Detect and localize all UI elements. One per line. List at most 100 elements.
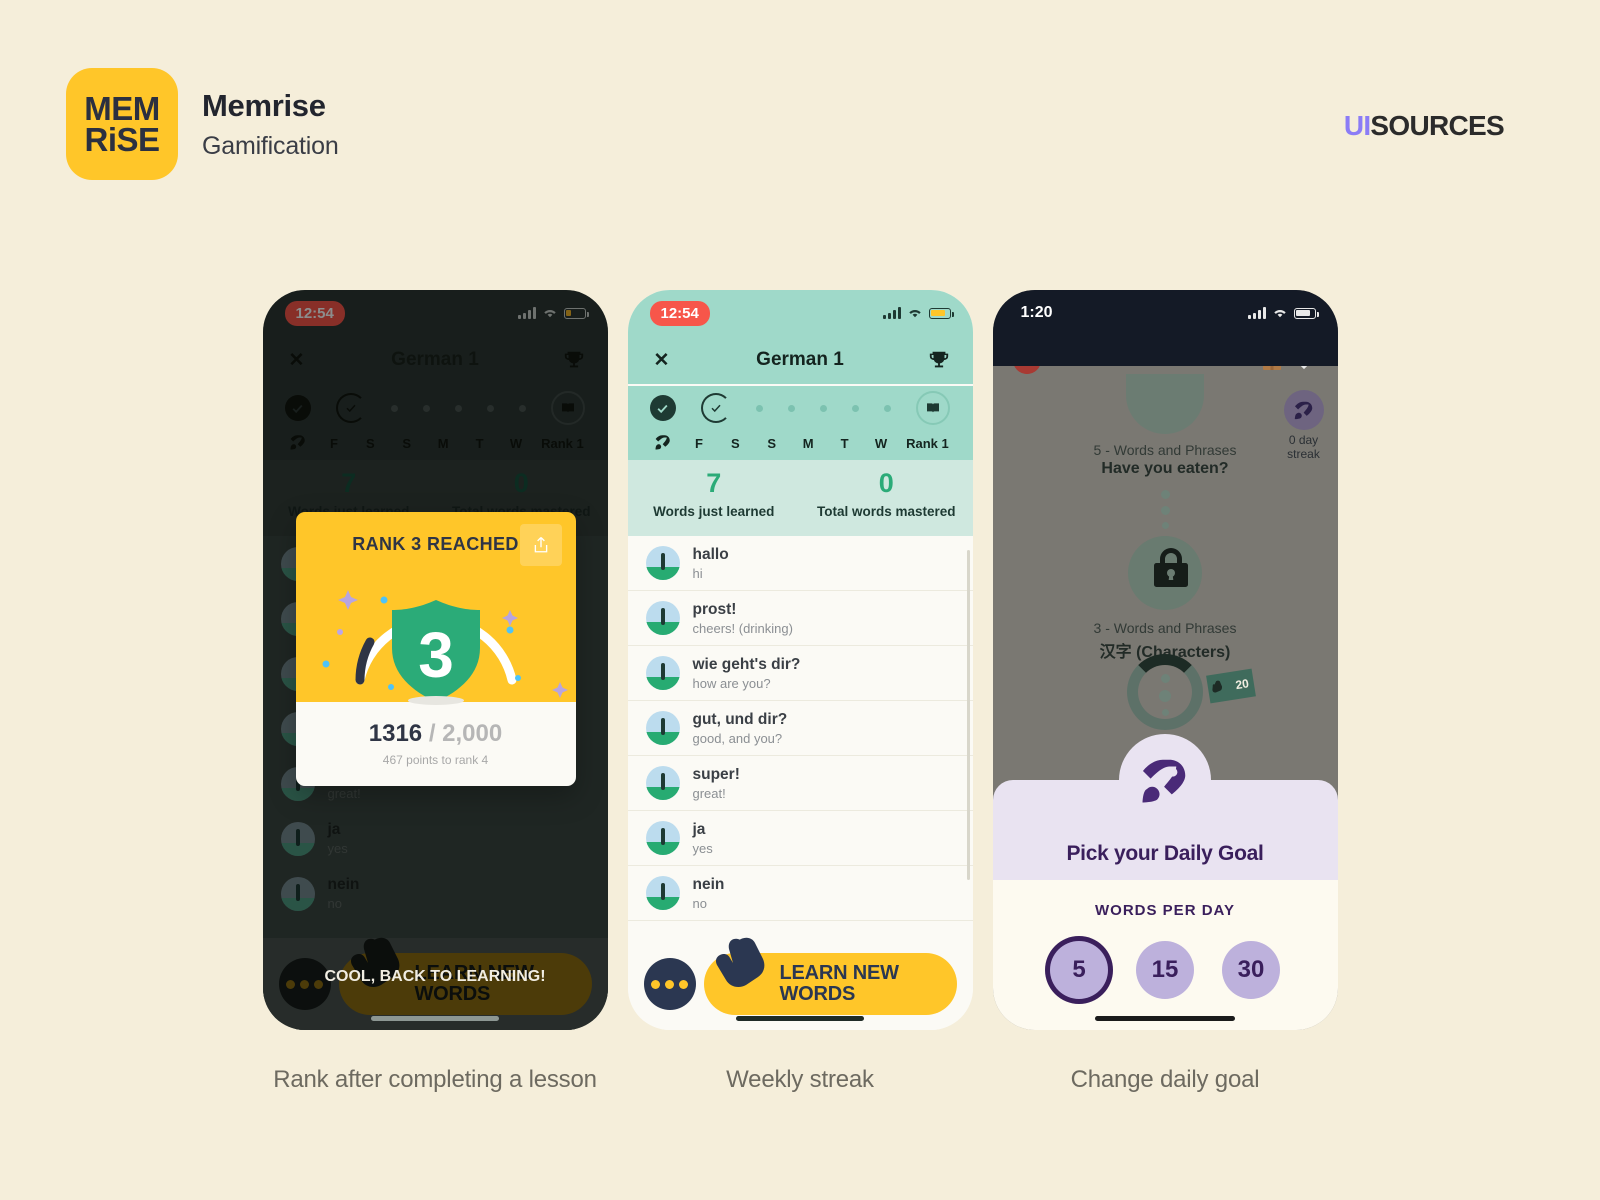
rank-modal-points: 1316 / 2,000 467 points to rank 4: [295, 696, 576, 786]
path-dot: [1160, 490, 1170, 499]
stats-row: 7 Words just learned 0 Total words maste…: [627, 460, 973, 536]
close-icon[interactable]: ✕: [283, 349, 311, 372]
list-item[interactable]: ja yes: [627, 811, 973, 866]
word-term: prost!: [692, 600, 737, 618]
word-term: nein: [692, 875, 725, 893]
rank-shield-number: 3: [418, 619, 454, 691]
streak-day-label: W: [509, 435, 523, 451]
more-icon[interactable]: [643, 958, 696, 1010]
phone-1-screen: 12:54 ✕ German 1 F S S M T W Rank 1 7 0 …: [262, 290, 608, 1030]
avatar: [645, 546, 680, 580]
status-bar: 12:54: [263, 290, 608, 336]
rank-shield-graphic: 3: [322, 590, 568, 702]
signal-icon: [882, 307, 901, 319]
weekly-streak-strip: F S S M T W Rank 1: [627, 386, 973, 460]
streak-day-label: M: [802, 435, 814, 451]
daily-goal-badge[interactable]: 0 day streak: [1283, 390, 1324, 462]
streak-day-label: M: [437, 435, 449, 451]
hand-icon: [1211, 680, 1222, 693]
word-meaning: hi: [692, 565, 703, 581]
nav-bar: ✕ German 1: [627, 336, 973, 384]
hand-icon: [715, 937, 764, 988]
page-header: MEM RiSE Memrise Gamification: [66, 68, 339, 180]
sheet-title: Pick your Daily Goal: [1066, 842, 1264, 865]
wifi-icon: [543, 310, 556, 318]
status-indicators: [882, 307, 954, 319]
brand-ui: UI: [1343, 110, 1371, 141]
phone-2-caption: Weekly streak: [726, 1066, 874, 1093]
trophy-icon[interactable]: [560, 349, 588, 371]
learn-new-words-button[interactable]: LEARN NEW WORDS: [703, 937, 957, 1015]
word-meaning: how are you?: [692, 675, 771, 691]
share-icon[interactable]: [519, 524, 562, 566]
list-item[interactable]: hallo hi: [627, 536, 973, 591]
streak-day-label: T: [475, 435, 484, 451]
streak-day-current: [335, 393, 366, 423]
goal-option-30[interactable]: 30: [1222, 941, 1280, 999]
signal-icon: [517, 307, 536, 319]
phone-3-daily-goal: 1:20 Mandarin Chinese 1: [992, 290, 1338, 1094]
word-term: hallo: [692, 545, 729, 563]
rocket-icon: [1142, 759, 1186, 803]
streak-day-dot: [487, 404, 495, 412]
streak-day-label: S: [731, 435, 740, 451]
battery-icon: [563, 307, 589, 319]
phone-1-rank: 12:54 ✕ German 1 F S S M T W Rank 1 7 0 …: [262, 290, 608, 1094]
goal-option-15[interactable]: 15: [1136, 941, 1194, 999]
streak-day-label: S: [767, 435, 777, 451]
word-meaning: good, and you?: [692, 730, 783, 746]
list-item[interactable]: wie geht's dir? how are you?: [627, 646, 973, 701]
progress-ring-node: 20: [993, 654, 1338, 730]
streak-day-complete: [284, 395, 311, 421]
back-to-learning-toast[interactable]: COOL, BACK TO LEARNING!: [324, 968, 545, 986]
rank-points-subtext: 467 points to rank 4: [382, 753, 489, 767]
word-meaning: great!: [327, 786, 361, 801]
more-icon[interactable]: [278, 958, 331, 1010]
status-bar: 12:54: [627, 290, 973, 336]
avatar: [280, 876, 315, 911]
word-term: nein: [327, 876, 360, 893]
list-item[interactable]: nein no: [627, 866, 973, 921]
book-icon[interactable]: [916, 391, 951, 425]
list-item[interactable]: prost! cheers! (drinking): [627, 591, 973, 646]
streak-day-dot: [422, 404, 430, 412]
word-term: gut, und dir?: [692, 710, 788, 728]
list-item[interactable]: gut, und dir? good, and you?: [627, 701, 973, 756]
sheet-header: Pick your Daily Goal: [992, 734, 1338, 880]
streak-day-dot: [820, 404, 828, 412]
nav-title: German 1: [756, 349, 844, 370]
points-value: 20: [1233, 676, 1250, 693]
streak-labels-row: F S S M T W Rank 1: [628, 430, 973, 456]
home-indicator: [371, 1016, 499, 1021]
list-item[interactable]: super! great!: [627, 756, 973, 811]
word-meaning: cheers! (drinking): [692, 620, 793, 636]
goal-option-5[interactable]: 5: [1050, 941, 1108, 999]
weekly-streak-strip: F S S M T W Rank 1: [263, 386, 608, 460]
points-badge: 20: [1205, 668, 1256, 704]
wifi-icon: [908, 310, 921, 318]
nav-bar: ✕ German 1: [263, 336, 608, 384]
streak-badge-label: 0 day streak: [1284, 433, 1324, 462]
word-meaning: yes: [692, 840, 713, 856]
phone-3-caption: Change daily goal: [1070, 1066, 1260, 1093]
stat-words-mastered: 0 Total words mastered: [800, 460, 973, 536]
logo-line-2: RiSE: [84, 121, 160, 158]
word-meaning: no: [692, 895, 707, 911]
trophy-icon[interactable]: [925, 349, 953, 371]
book-icon[interactable]: [551, 391, 586, 425]
scrollbar[interactable]: [966, 550, 970, 880]
locked-node-circle[interactable]: [1128, 536, 1202, 610]
logo-line-1: MEM: [84, 89, 160, 127]
wifi-icon: [1273, 310, 1286, 318]
list-item[interactable]: ja yes: [263, 811, 608, 866]
avatar: [645, 821, 680, 855]
uisources-logo: UISOURCES: [1343, 110, 1505, 142]
battery-icon: [928, 307, 954, 319]
word-meaning: no: [327, 896, 342, 911]
streak-days: 0 day: [1288, 433, 1319, 447]
words-per-day-label: WORDS PER DAY: [1095, 902, 1235, 919]
close-icon[interactable]: ✕: [648, 349, 676, 372]
phone-gallery: 12:54 ✕ German 1 F S S M T W Rank 1 7 0 …: [0, 290, 1600, 1094]
brand-sources: SOURCES: [1370, 110, 1504, 141]
list-item[interactable]: nein no: [263, 866, 608, 921]
